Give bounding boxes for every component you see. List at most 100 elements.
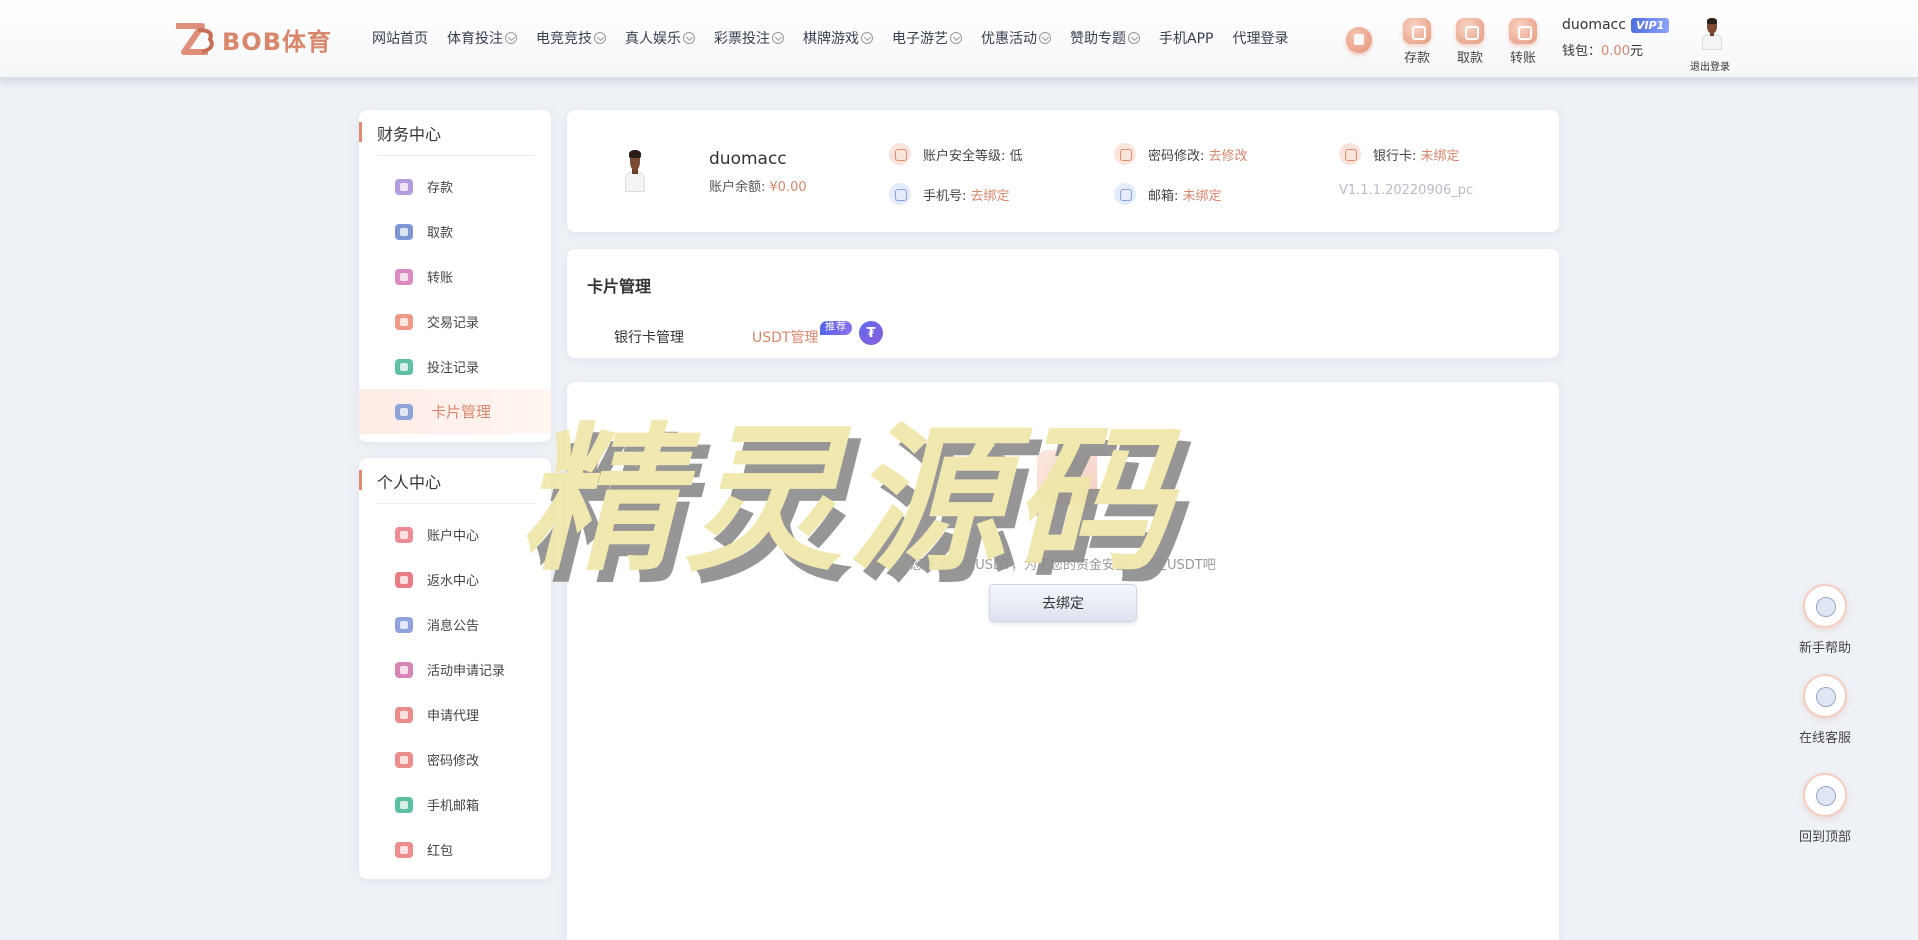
deposit-icon (1403, 18, 1431, 44)
user-summary: duomacc VIP1 钱包：0.00元 (1562, 17, 1670, 59)
nav-label: 赞助专题 (1070, 31, 1126, 47)
security-label: 账户安全等级: (923, 148, 1006, 164)
transfer-icon (1509, 18, 1537, 44)
balance-label: 账户余额: (709, 180, 766, 195)
card-management-title: 卡片管理 (587, 277, 652, 296)
chevron-up-icon (1803, 773, 1847, 817)
nav-home[interactable]: 网站首页 (372, 28, 428, 48)
nav-sports[interactable]: 体育投注 (447, 28, 517, 48)
email-label: 邮箱: (1148, 188, 1179, 204)
password-change-link[interactable]: 去修改 (1209, 145, 1248, 164)
wallet-unit: 元 (1629, 44, 1643, 59)
version-label: V1.1.1.20220906_pc (1339, 183, 1474, 198)
online-service-button[interactable]: 在线客服 (1790, 674, 1860, 746)
sidebar-item-finance-1[interactable]: 取款 (359, 209, 551, 254)
profile-icon (395, 661, 413, 678)
usdt-content-panel: 您还没绑定USDT，为了您的资金安全，绑定USDT吧 去绑定 (567, 382, 1559, 940)
quick-transfer-button[interactable]: 转账 (1503, 18, 1543, 66)
bind-usdt-button[interactable]: 去绑定 (989, 584, 1137, 622)
nav-label: 真人娱乐 (625, 31, 681, 47)
card-icon (395, 403, 413, 420)
finance-center-title: 财务中心 (359, 110, 551, 156)
avatar[interactable] (1700, 18, 1724, 50)
withdraw-icon (1456, 18, 1484, 44)
account-info-card: duomacc 账户余额: ¥0.00 账户安全等级: 低 密码修改: 去修改 银… (567, 110, 1559, 232)
transfer-icon (395, 268, 413, 285)
wallet-amount: 0.00 (1601, 44, 1630, 59)
personal-center-panel: 个人中心 账户中心 返水中心 消息公告 活动申请记录申请代理密码修改 手机邮箱红包 (359, 458, 551, 879)
nav-live-casino[interactable]: 真人娱乐 (625, 28, 695, 48)
sidebar-item-finance-3[interactable]: 交易记录 (359, 299, 551, 344)
beginner-help-button[interactable]: 新手帮助 (1790, 584, 1860, 656)
sidebar-item-personal-1[interactable]: 返水中心 (359, 557, 551, 602)
sidebar-item-finance-4[interactable]: 投注记录 (359, 344, 551, 389)
brand-logo[interactable]: BOB体育 (172, 22, 332, 56)
sidebar-item-personal-6[interactable]: 手机邮箱 (359, 782, 551, 827)
tab-usdt[interactable]: USDT管理 (752, 327, 818, 347)
card-management-header: 卡片管理 银行卡管理 USDT管理 推荐 ₮ (567, 249, 1559, 358)
email-bind-link[interactable]: 未绑定 (1183, 185, 1222, 204)
nav-label: 手机APP (1159, 31, 1214, 47)
profile-username: duomacc (709, 149, 787, 169)
sidebar-item-label: 投注记录 (427, 361, 480, 376)
float-label: 新手帮助 (1798, 641, 1851, 656)
sidebar-item-label: 取款 (427, 226, 454, 241)
quick-label: 取款 (1456, 51, 1483, 66)
sidebar-item-label: 红包 (427, 844, 454, 859)
nav-slots[interactable]: 电子游艺 (892, 28, 962, 48)
phone-label: 手机号: (923, 188, 967, 204)
finance-center-panel: 财务中心 存款取款转账交易记录投注记录卡片管理 (359, 110, 551, 442)
bank-label: 银行卡: (1373, 148, 1417, 164)
nav-lottery[interactable]: 彩票投注 (714, 28, 784, 48)
nav-label: 电子游艺 (892, 31, 948, 47)
bet-record-icon (395, 358, 413, 375)
agent-icon (395, 706, 413, 723)
sidebar-item-label: 交易记录 (427, 316, 480, 331)
headset-icon (1803, 674, 1847, 718)
chevron-down-icon (861, 32, 873, 44)
bank-status[interactable]: 未绑定 (1421, 145, 1460, 164)
sidebar-item-personal-3[interactable]: 活动申请记录 (359, 647, 551, 692)
bell-icon (395, 616, 413, 633)
sidebar-item-personal-4[interactable]: 申请代理 (359, 692, 551, 737)
shield-icon (889, 143, 911, 165)
transaction-icon (395, 313, 413, 330)
sidebar-item-personal-7[interactable]: 红包 (359, 827, 551, 872)
mail-icon (395, 796, 413, 813)
nav-agent-login[interactable]: 代理登录 (1232, 28, 1288, 48)
sidebar-item-finance-5[interactable]: 卡片管理 (359, 389, 551, 434)
sidebar-item-personal-5[interactable]: 密码修改 (359, 737, 551, 782)
sidebar-item-finance-0[interactable]: 存款 (359, 164, 551, 209)
chevron-down-icon (594, 32, 606, 44)
sidebar-item-finance-2[interactable]: 转账 (359, 254, 551, 299)
nav-promotions[interactable]: 优惠活动 (981, 28, 1051, 48)
sidebar-item-label: 卡片管理 (431, 403, 492, 421)
quick-withdraw-button[interactable]: 取款 (1450, 18, 1490, 66)
quick-deposit-button[interactable]: 存款 (1397, 18, 1437, 66)
back-to-top-button[interactable]: 回到顶部 (1790, 773, 1860, 845)
top-header: BOB体育 网站首页 体育投注 电竞竞技 真人娱乐 彩票投注 棋牌游戏 电子游艺… (0, 0, 1918, 78)
sidebar-item-label: 申请代理 (427, 709, 480, 724)
message-icon[interactable] (1346, 27, 1372, 53)
gamepad-icon (1803, 584, 1847, 628)
nav-sponsorship[interactable]: 赞助专题 (1070, 28, 1140, 48)
account-balance: 账户余额: ¥0.00 (709, 176, 807, 195)
logout-link[interactable]: 退出登录 (1690, 58, 1730, 73)
phone-bind-link[interactable]: 去绑定 (971, 185, 1010, 204)
vip-badge: VIP1 (1630, 17, 1670, 33)
tab-bank-card[interactable]: 银行卡管理 (614, 327, 684, 347)
chevron-down-icon (772, 32, 784, 44)
nav-mobile-app[interactable]: 手机APP (1159, 28, 1213, 48)
nav-chess[interactable]: 棋牌游戏 (803, 28, 873, 48)
heart-icon (395, 526, 413, 543)
tether-icon: ₮ (859, 321, 883, 345)
sidebar-item-personal-2[interactable]: 消息公告 (359, 602, 551, 647)
sidebar-item-personal-0[interactable]: 账户中心 (359, 512, 551, 557)
quick-label: 转账 (1509, 51, 1536, 66)
mail-icon (1114, 183, 1136, 205)
chevron-down-icon (505, 32, 517, 44)
nav-esports[interactable]: 电竞竞技 (536, 28, 606, 48)
email-status: 邮箱: 未绑定 (1114, 183, 1222, 205)
gift-icon (395, 571, 413, 588)
personal-center-title: 个人中心 (359, 458, 551, 504)
